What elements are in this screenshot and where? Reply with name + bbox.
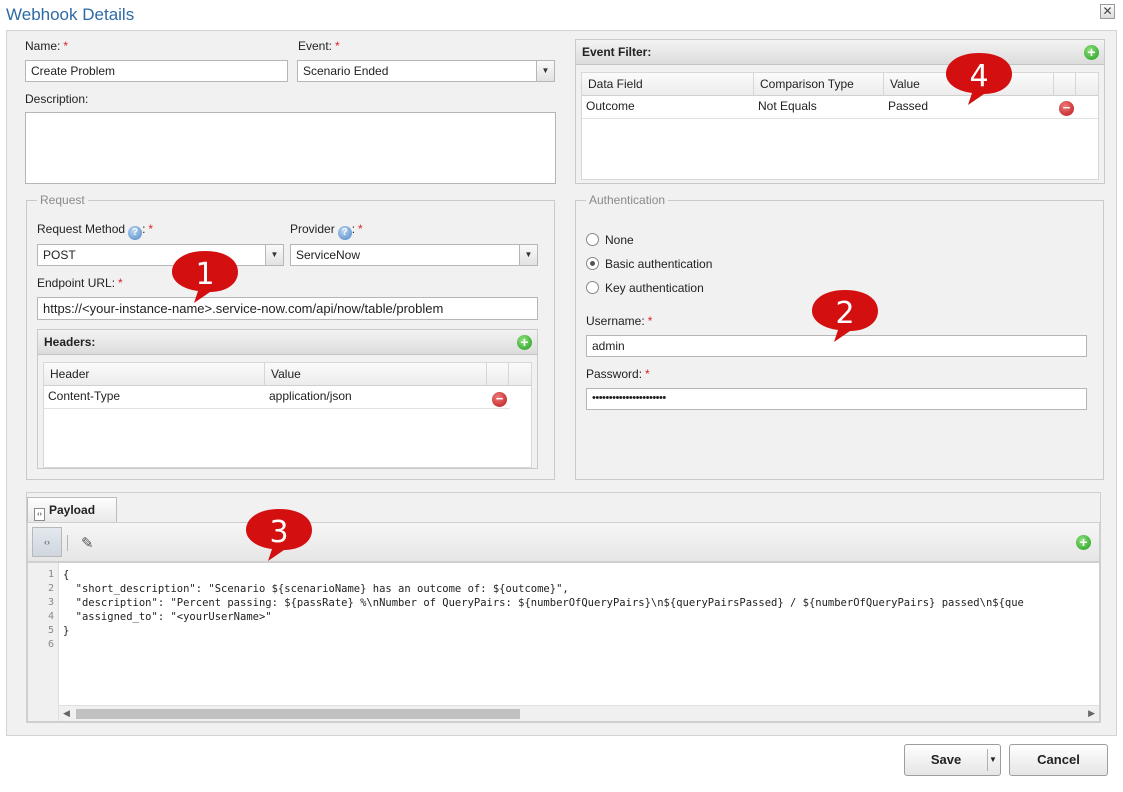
code-line: "description": "Percent passing: ${passR… <box>63 597 1024 609</box>
payload-editor[interactable]: 1 2 3 4 5 6 { "short_description": "Scen… <box>27 562 1100 722</box>
column-comparison-type[interactable]: Comparison Type <box>754 73 884 96</box>
request-legend: Request <box>40 193 85 207</box>
column-action <box>1054 73 1076 96</box>
password-input[interactable]: •••••••••••••••••••••• <box>586 388 1087 410</box>
event-label: Event: * <box>298 39 340 53</box>
chevron-down-icon[interactable]: ▼ <box>265 245 283 265</box>
window-title: Webhook Details <box>6 5 135 24</box>
payload-toolbar: ‹› ✎ + <box>27 522 1100 562</box>
callout-badge-1: 1 <box>172 251 238 303</box>
grid-header: Header Value <box>44 363 531 386</box>
event-filter-panel: Event Filter: + Data Field Comparison Ty… <box>575 39 1105 184</box>
authentication-legend: Authentication <box>589 193 666 207</box>
line-number: 6 <box>47 639 54 650</box>
remove-row-icon[interactable]: − <box>492 392 507 407</box>
svg-text:2: 2 <box>835 296 854 331</box>
column-value[interactable]: Value <box>265 363 487 386</box>
code-icon: ‹› <box>34 508 45 521</box>
description-label: Description: <box>25 92 89 106</box>
headers-title: Headers: <box>38 330 537 355</box>
radio-none[interactable]: None <box>586 233 634 247</box>
add-header-icon[interactable]: + <box>517 335 532 350</box>
line-number-gutter: 1 2 3 4 5 6 <box>28 563 59 721</box>
line-number: 3 <box>47 597 54 608</box>
grid-header: Data Field Comparison Type Value <box>582 73 1098 96</box>
password-label: Password: * <box>586 367 650 381</box>
name-label: Name: * <box>25 39 69 53</box>
line-number: 1 <box>47 569 54 580</box>
svg-text:3: 3 <box>269 515 288 550</box>
callout-badge-4: 4 <box>946 53 1012 105</box>
scrollbar-thumb[interactable] <box>76 709 520 719</box>
help-icon[interactable]: ? <box>128 226 143 240</box>
line-number: 4 <box>47 611 54 622</box>
save-button[interactable]: Save ▼ <box>904 744 1001 776</box>
event-select[interactable]: Scenario Ended ▼ <box>297 60 555 82</box>
chevron-down-icon[interactable]: ▼ <box>536 61 554 81</box>
radio-button[interactable] <box>586 233 599 246</box>
column-data-field[interactable]: Data Field <box>582 73 754 96</box>
divider <box>987 749 988 771</box>
code-line: "short_description": "Scenario ${scenari… <box>63 583 569 595</box>
scroll-right-icon[interactable]: ▶ <box>1088 708 1095 719</box>
tab-payload[interactable]: ‹› Payload <box>27 497 117 522</box>
table-row[interactable]: Content-Type application/json − <box>44 386 510 409</box>
radio-button[interactable] <box>586 281 599 294</box>
radio-button[interactable] <box>586 257 599 270</box>
provider-label: Provider?: * <box>290 222 363 240</box>
code-line: } <box>63 625 70 637</box>
callout-badge-2: 2 <box>812 290 878 342</box>
help-icon[interactable]: ? <box>337 226 352 240</box>
column-header[interactable]: Header <box>44 363 265 386</box>
callout-badge-3: 3 <box>246 509 312 561</box>
cell-value: Passed <box>888 99 929 113</box>
line-number: 5 <box>47 625 54 636</box>
cell-comparison: Not Equals <box>758 99 817 113</box>
horizontal-scrollbar[interactable]: ◀ ▶ <box>59 705 1099 721</box>
endpoint-url-input[interactable]: https://<your-instance-name>.service-now… <box>37 297 538 320</box>
column-action <box>487 363 509 386</box>
cancel-button[interactable]: Cancel <box>1009 744 1108 776</box>
username-label: Username: * <box>586 314 653 328</box>
line-number: 2 <box>47 583 54 594</box>
scroll-left-icon[interactable]: ◀ <box>63 708 70 719</box>
remove-row-icon[interactable]: − <box>1059 101 1074 116</box>
table-row[interactable]: Outcome Not Equals Passed − <box>582 96 1098 119</box>
edit-icon[interactable]: ✎ <box>81 534 94 552</box>
headers-grid: Header Value Content-Type application/js… <box>43 362 532 468</box>
radio-key-authentication[interactable]: Key authentication <box>586 281 704 295</box>
cell-field: Outcome <box>586 99 635 113</box>
endpoint-url-label: Endpoint URL: * <box>37 276 123 290</box>
svg-text:4: 4 <box>969 59 988 94</box>
provider-select[interactable]: ServiceNow ▼ <box>290 244 538 266</box>
name-input[interactable]: Create Problem <box>25 60 288 82</box>
svg-text:1: 1 <box>195 257 214 292</box>
divider <box>67 535 68 551</box>
request-method-select[interactable]: POST ▼ <box>37 244 284 266</box>
add-filter-icon[interactable]: + <box>1084 45 1099 60</box>
cell-value: application/json <box>269 389 352 403</box>
add-payload-icon[interactable]: + <box>1076 535 1091 550</box>
chevron-down-icon[interactable]: ▼ <box>989 745 997 775</box>
cell-header: Content-Type <box>48 389 121 403</box>
event-filter-grid: Data Field Comparison Type Value Outcome… <box>581 72 1099 180</box>
close-icon[interactable]: ✕ <box>1100 4 1115 19</box>
code-line: { <box>63 569 70 581</box>
radio-basic-authentication[interactable]: Basic authentication <box>586 257 712 271</box>
chevron-down-icon[interactable]: ▼ <box>519 245 537 265</box>
headers-panel: Headers: + Header Value Content-Type app… <box>37 329 538 469</box>
description-textarea[interactable] <box>25 112 556 184</box>
request-method-label: Request Method?: * <box>37 222 154 240</box>
event-filter-title: Event Filter: <box>576 40 1104 65</box>
code-view-icon[interactable]: ‹› <box>32 527 62 557</box>
code-line: "assigned_to": "<yourUserName>" <box>63 611 272 623</box>
